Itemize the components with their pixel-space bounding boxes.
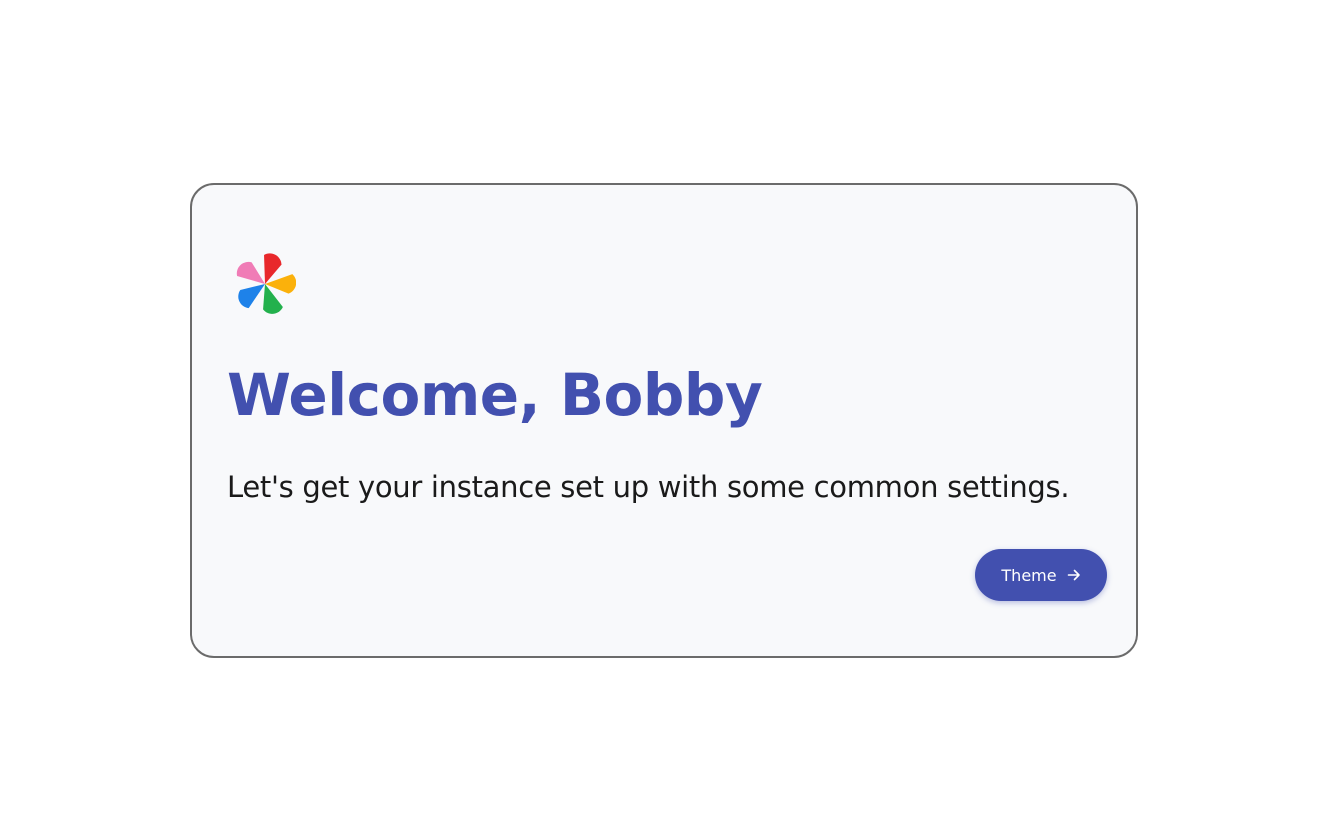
theme-next-button[interactable]: Theme: [975, 549, 1107, 601]
welcome-title: Welcome, Bobby: [227, 361, 763, 429]
theme-next-label: Theme: [1001, 565, 1057, 585]
arrow-right-icon: [1067, 569, 1080, 581]
app-logo-icon: [236, 253, 296, 314]
welcome-card: Welcome, Bobby Let's get your instance s…: [190, 183, 1138, 658]
welcome-subtitle: Let's get your instance set up with some…: [227, 470, 1070, 504]
